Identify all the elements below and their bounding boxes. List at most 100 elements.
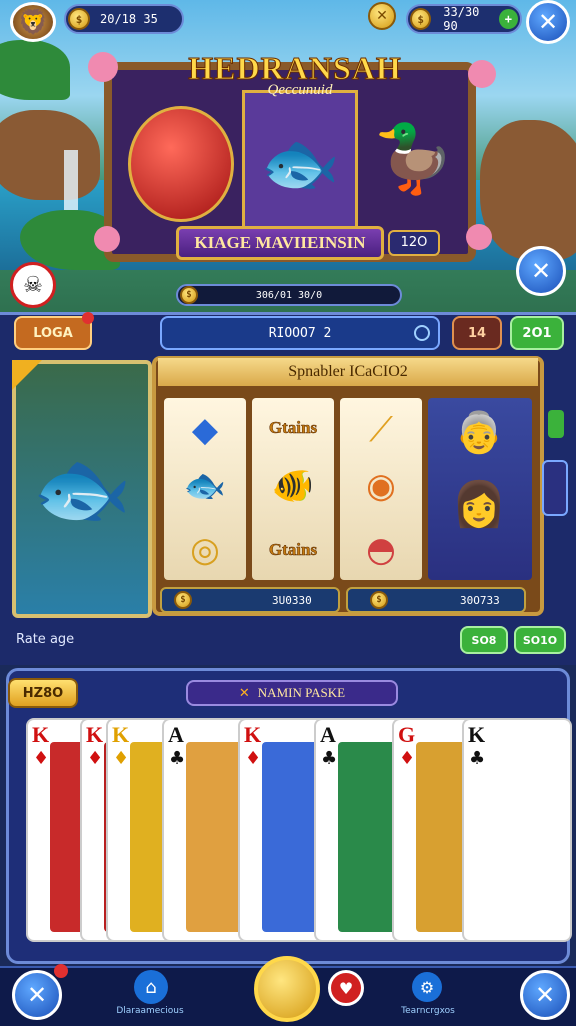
egg-icon	[128, 106, 234, 222]
fish-icon: 🐟	[32, 442, 132, 535]
rock	[480, 120, 576, 260]
avatar[interactable]: 🦁	[10, 2, 56, 42]
cards-badge[interactable]: HZ8O	[8, 678, 78, 708]
button-label: 2O1	[522, 325, 552, 341]
reel-word-text: Gtains	[268, 418, 318, 438]
bet-button-1[interactable]: SO8	[460, 626, 508, 654]
reel-1: ◆ 🐟 ◎	[164, 398, 246, 580]
diamond-tile-icon: ◆	[191, 410, 219, 450]
close-icon: ✕	[534, 981, 556, 1009]
progress-bar: $ 306/01 30/0	[176, 284, 402, 306]
reel-3: ⟋ ◉ ◓	[340, 398, 422, 580]
bet-button-2[interactable]: SO1O	[514, 626, 566, 654]
bone-icon: ⟋	[369, 410, 393, 450]
card-suit: ♣	[169, 748, 186, 769]
orange-ring-icon: ◉	[366, 466, 396, 506]
spin-coin-button[interactable]	[254, 956, 320, 1022]
side-lever[interactable]	[542, 460, 568, 516]
currency-pill-left[interactable]: $ 20/18 35	[64, 4, 184, 34]
currency-left-value: 20/18 35	[100, 12, 158, 26]
credit-bar-left: $ 3U0330	[160, 587, 340, 613]
cards-title-text: NAMIN PASKE	[257, 685, 346, 700]
shell-icon: ◓	[366, 530, 396, 570]
card-rank: K	[244, 722, 262, 747]
flower-icon	[466, 224, 492, 250]
progress-text: 306/01 30/0	[255, 289, 323, 301]
nav-close-button-right[interactable]: ✕	[520, 970, 570, 1020]
card-suit: ♦	[399, 748, 416, 769]
nav-close-button[interactable]: ✕	[12, 970, 62, 1020]
coin-icon: $	[410, 8, 432, 30]
currency-right-value: 33/30 90	[443, 5, 480, 33]
header-button-1[interactable]: 14	[452, 316, 502, 350]
card-suit: ♦	[113, 748, 130, 769]
coin-icon: $	[174, 591, 192, 609]
flower-icon	[88, 52, 118, 82]
pirate-emblem-button[interactable]: ☠	[10, 262, 56, 308]
palm-leaf	[0, 40, 70, 100]
button-label: SO8	[471, 633, 497, 647]
button-label: 14	[467, 325, 487, 341]
card-rank: A	[320, 722, 336, 747]
flower-icon	[468, 60, 496, 88]
woman-portrait-icon: 👩	[451, 479, 507, 530]
nav-label-1: Dlaraamecious	[116, 1006, 184, 1016]
coin-icon: $	[68, 8, 90, 30]
settings-button[interactable]: ⚙	[412, 972, 442, 1002]
close-button[interactable]: ✕	[526, 0, 570, 44]
banner-badge: 12O	[388, 230, 440, 256]
close-icon: ✕	[537, 8, 559, 36]
header-button-2[interactable]: 2O1	[510, 316, 564, 350]
avatar-icon: 🦁	[18, 8, 48, 36]
close-icon: ✕	[26, 981, 48, 1009]
reel-word: Gtains	[258, 402, 328, 454]
card-suit: ♦	[33, 748, 50, 769]
reel-4: 👵 👩	[428, 398, 532, 580]
card-rank: K	[112, 722, 130, 747]
gear-icon: ⚙	[419, 977, 435, 997]
card-suit: ♣	[469, 748, 486, 769]
card-rank: K	[468, 722, 486, 747]
card-rank: G	[398, 722, 416, 747]
gold-ring-icon: ◎	[190, 530, 220, 570]
woman-portrait-icon: 👵	[454, 409, 504, 456]
reel-word-text: Gtains	[268, 540, 318, 560]
card-rank: A	[168, 722, 184, 747]
nav-label-2: Tearncrgxos	[401, 1006, 455, 1016]
flower-icon	[94, 226, 120, 252]
credit-left-value: 3U0330	[272, 593, 312, 607]
cards-title: ✕ NAMIN PASKE	[186, 680, 398, 706]
chevron-down-icon[interactable]	[548, 410, 564, 438]
banner-ribbon: KIAGE MAVIIEINSIN	[176, 226, 384, 260]
card-suit: ♣	[321, 748, 338, 769]
card-rank: K	[32, 722, 50, 747]
home-button[interactable]: ⌂	[134, 970, 168, 1004]
notification-dot	[54, 964, 68, 978]
add-currency-button[interactable]: +	[498, 9, 518, 29]
close-tool-icon[interactable]: ✕	[368, 2, 396, 30]
tab-label: LOGA	[33, 325, 73, 341]
favorites-button[interactable]: ♥	[328, 970, 364, 1006]
credit-right-value: 30O733	[460, 593, 500, 607]
golden-duck-icon: 🦆	[372, 120, 456, 197]
info-icon	[414, 325, 430, 341]
tab-loga[interactable]: LOGA	[14, 316, 92, 350]
center-value: RIOOO7 2	[268, 325, 332, 341]
close-icon: ✕	[530, 257, 552, 285]
playing-card[interactable]: K ♣	[462, 718, 572, 942]
action-button[interactable]: ✕	[516, 246, 566, 296]
waterfall	[64, 150, 78, 210]
skull-icon: ☠	[23, 272, 43, 298]
green-fish-icon: 🐠	[271, 466, 315, 506]
purple-fish-icon: 🐟	[183, 466, 227, 506]
center-value-field[interactable]: RIOOO7 2	[160, 316, 440, 350]
notification-dot	[82, 312, 94, 324]
fish-icon: 🐟	[242, 90, 358, 236]
coin-icon: $	[180, 286, 198, 304]
badge-label: HZ8O	[22, 685, 64, 701]
card-art	[486, 742, 564, 932]
fishing-scene-image: 🐟	[12, 360, 152, 618]
crossed-swords-icon: ✕	[238, 685, 250, 700]
card-suit: ♦	[87, 748, 104, 769]
currency-pill-right[interactable]: $ 33/30 90 +	[406, 4, 522, 34]
